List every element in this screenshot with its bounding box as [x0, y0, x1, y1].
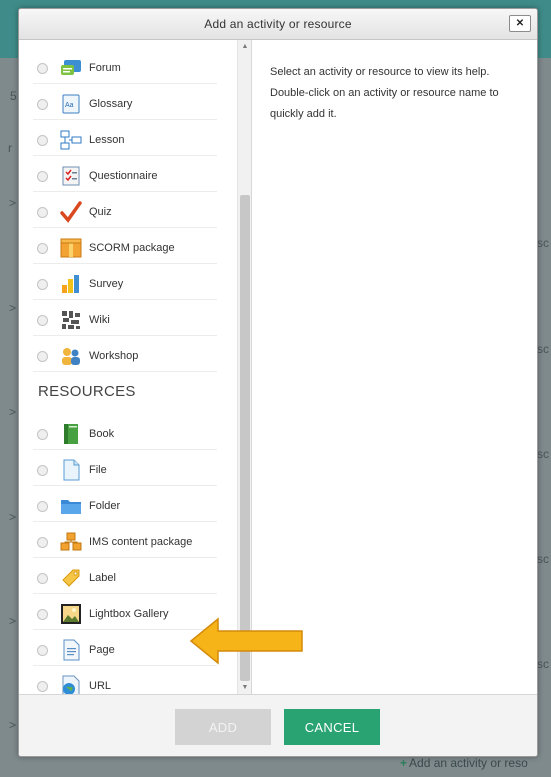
- option-forum[interactable]: Forum: [33, 53, 217, 84]
- dialog-header: Add an activity or resource ✕: [19, 9, 537, 40]
- radio-button[interactable]: [37, 500, 48, 512]
- scroll-up-arrow-icon[interactable]: ▲: [238, 40, 252, 53]
- option-label: Lesson: [89, 134, 125, 146]
- radio-button[interactable]: [37, 278, 48, 290]
- option-book[interactable]: Book: [33, 419, 217, 450]
- background-text-fragment: >: [9, 405, 17, 419]
- option-label: Folder: [89, 500, 121, 512]
- scroll-thumb[interactable]: [240, 195, 250, 681]
- option-ims-content-package[interactable]: IMS content package: [33, 527, 217, 558]
- option-folder[interactable]: Folder: [33, 491, 217, 522]
- option-label: Page: [89, 644, 115, 656]
- options-list: Forum Aa Glossary Lesson Questionnaire Q…: [19, 40, 251, 694]
- workshop-icon: [60, 345, 82, 367]
- background-text-fragment: sc: [537, 236, 549, 250]
- radio-button[interactable]: [37, 680, 48, 692]
- option-label: Book: [89, 428, 115, 440]
- option-label: Label: [89, 572, 116, 584]
- option-label: Workshop: [89, 350, 139, 362]
- close-button[interactable]: ✕: [509, 15, 531, 32]
- option-wiki[interactable]: Wiki: [33, 305, 217, 336]
- radio-button[interactable]: [37, 242, 48, 254]
- radio-button[interactable]: [37, 314, 48, 326]
- pointer-arrow-icon: [189, 617, 303, 665]
- file-icon: [60, 459, 82, 481]
- lesson-icon: [60, 129, 82, 151]
- book-icon: [60, 423, 82, 445]
- radio-button[interactable]: [37, 206, 48, 218]
- label-icon: [60, 567, 82, 589]
- option-label: Questionnaire: [89, 170, 158, 182]
- option-label: IMS content package: [89, 536, 193, 548]
- option-url[interactable]: URL: [33, 671, 217, 694]
- option-workshop[interactable]: Workshop: [33, 341, 217, 372]
- forum-icon: [60, 57, 82, 79]
- dialog-title: Add an activity or resource: [204, 17, 352, 31]
- option-lesson[interactable]: Lesson: [33, 125, 217, 156]
- option-label: Glossary: [89, 98, 133, 110]
- radio-button[interactable]: [37, 464, 48, 476]
- option-label: URL: [89, 680, 112, 692]
- option-label: Lightbox Gallery: [89, 608, 169, 620]
- add-button[interactable]: ADD: [175, 709, 271, 745]
- option-scorm-package[interactable]: SCORM package: [33, 233, 217, 264]
- background-text-fragment: >: [9, 510, 17, 524]
- background-text-fragment: sc: [537, 447, 549, 461]
- option-label-resource[interactable]: Label: [33, 563, 217, 594]
- option-label: Quiz: [89, 206, 112, 218]
- glossary-icon: Aa: [60, 93, 82, 115]
- radio-button[interactable]: [37, 428, 48, 440]
- background-text-fragment: >: [9, 718, 17, 732]
- radio-button[interactable]: [37, 536, 48, 548]
- background-text-fragment: sc: [537, 342, 549, 356]
- option-label: Survey: [89, 278, 124, 290]
- background-text-fragment: r: [8, 141, 12, 155]
- radio-button[interactable]: [37, 350, 48, 362]
- quiz-icon: [60, 201, 82, 223]
- radio-button[interactable]: [37, 98, 48, 110]
- cancel-button[interactable]: CANCEL: [284, 709, 380, 745]
- options-scrollbar[interactable]: ▲ ▼: [237, 40, 252, 694]
- ims-package-icon: [60, 531, 82, 553]
- dialog-footer: ADD CANCEL: [19, 694, 537, 756]
- scroll-down-arrow-icon[interactable]: ▼: [238, 681, 252, 694]
- option-label: Wiki: [89, 314, 110, 326]
- radio-button[interactable]: [37, 644, 48, 656]
- option-file[interactable]: File: [33, 455, 217, 486]
- background-text-fragment: sc: [537, 657, 549, 671]
- background-text-fragment: sc: [537, 552, 549, 566]
- option-glossary[interactable]: Aa Glossary: [33, 89, 217, 120]
- background-text-fragment: >: [9, 614, 17, 628]
- option-label: File: [89, 464, 107, 476]
- option-survey[interactable]: Survey: [33, 269, 217, 300]
- wiki-icon: [60, 309, 82, 331]
- url-icon: [60, 675, 82, 694]
- plus-icon: +: [400, 756, 408, 770]
- radio-button[interactable]: [37, 170, 48, 182]
- help-panel: Select an activity or resource to view i…: [251, 40, 537, 694]
- survey-icon: [60, 273, 82, 295]
- option-quiz[interactable]: Quiz: [33, 197, 217, 228]
- help-text: Select an activity or resource to view i…: [270, 66, 499, 120]
- background-text-fragment: >: [9, 196, 17, 210]
- add-activity-link[interactable]: + Add an activity or reso: [400, 756, 528, 770]
- questionnaire-icon: [60, 165, 82, 187]
- radio-button[interactable]: [37, 62, 48, 74]
- background-text-fragment: 5: [10, 89, 17, 103]
- close-icon: ✕: [515, 18, 525, 29]
- page-icon: [60, 639, 82, 661]
- radio-button[interactable]: [37, 608, 48, 620]
- radio-button[interactable]: [37, 134, 48, 146]
- option-questionnaire[interactable]: Questionnaire: [33, 161, 217, 192]
- resources-heading: RESOURCES: [38, 383, 136, 400]
- folder-icon: [60, 495, 82, 517]
- option-label: SCORM package: [89, 242, 175, 254]
- radio-button[interactable]: [37, 572, 48, 584]
- lightbox-gallery-icon: [60, 603, 82, 625]
- option-label: Forum: [89, 62, 121, 74]
- scorm-package-icon: [60, 237, 82, 259]
- background-text-fragment: >: [9, 301, 17, 315]
- svg-text:Aa: Aa: [65, 102, 74, 109]
